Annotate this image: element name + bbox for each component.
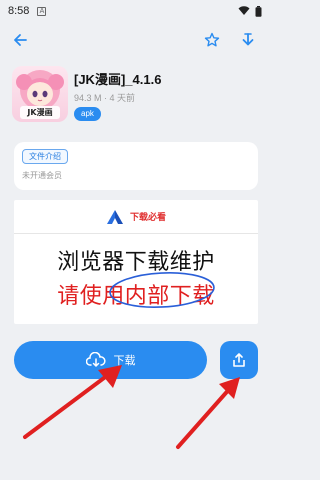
back-arrow-icon[interactable]: [8, 28, 32, 52]
notice-banner: 下载必看 浏览器下载维护 请使用内部下载: [14, 200, 258, 324]
file-intro-card: 文件介绍 未开通会员: [14, 142, 258, 190]
download-arrow-icon[interactable]: [236, 28, 260, 52]
status-icons: [238, 5, 262, 17]
status-bar: 8:58 A: [0, 0, 270, 22]
app-name: [JK漫画]_4.1.6: [74, 72, 162, 87]
red-arrow-share: [176, 377, 240, 449]
file-intro-chip[interactable]: 文件介绍: [22, 149, 68, 164]
download-button[interactable]: 下载: [14, 341, 207, 379]
wifi-icon: [238, 6, 250, 15]
file-intro-text: 未开通会员: [22, 171, 62, 180]
cloud-download-icon: [85, 352, 105, 367]
download-button-label: 下载: [113, 354, 136, 367]
app-header: JK漫画 [JK漫画]_4.1.6 94.3 M · 4 天前 apk: [12, 66, 262, 126]
app-bar: [0, 26, 270, 56]
app-icon: JK漫画: [12, 66, 68, 122]
highlight-circle: [109, 272, 215, 308]
app-icon-caption: JK漫画: [27, 108, 53, 117]
share-button[interactable]: [220, 341, 258, 379]
apk-badge: apk: [74, 107, 101, 121]
battery-icon: [255, 5, 262, 17]
star-icon[interactable]: [200, 28, 224, 52]
status-time: 8:58: [8, 5, 30, 17]
notification-icon: A: [37, 6, 47, 16]
share-icon: [233, 353, 245, 367]
app-meta: 94.3 M · 4 天前: [74, 93, 136, 103]
